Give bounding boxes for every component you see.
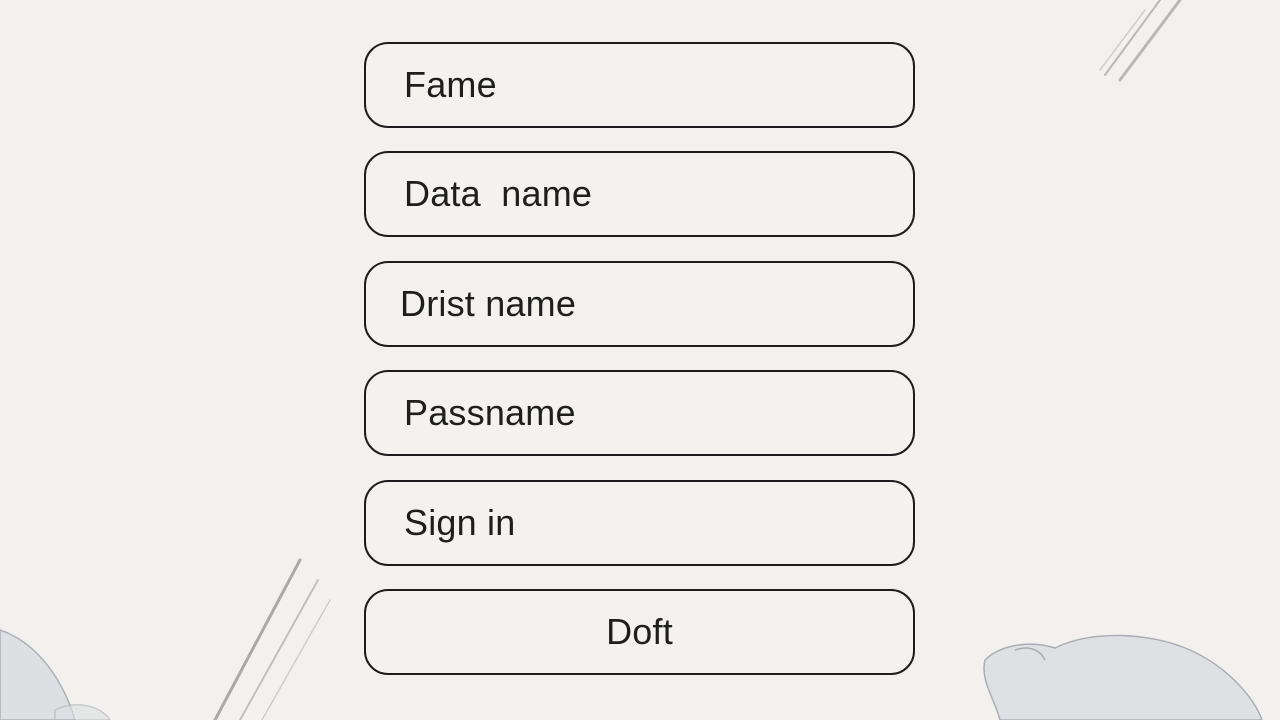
- pencil-sketch-top-right: [1099, 0, 1182, 82]
- data-name-field[interactable]: Data name: [364, 151, 915, 237]
- sketched-object-bottom-left: [0, 629, 111, 720]
- sign-in-button[interactable]: Sign in: [364, 480, 915, 566]
- sketched-teapot-bottom-right: [983, 634, 1263, 720]
- passname-field-label: Passname: [404, 392, 576, 433]
- passname-field[interactable]: Passname: [364, 370, 915, 456]
- doft-label: Doft: [606, 611, 673, 652]
- sign-in-label: Sign in: [404, 502, 516, 543]
- fame-field-label: Fame: [404, 64, 497, 105]
- doft-button[interactable]: Doft: [364, 589, 915, 675]
- pencil-sketch-bottom-left: [213, 558, 331, 720]
- fame-field[interactable]: Fame: [364, 42, 915, 128]
- data-name-field-label: Data name: [404, 173, 593, 214]
- drist-name-field-label: Drist name: [400, 283, 577, 324]
- drist-name-field[interactable]: Drist name: [364, 261, 915, 347]
